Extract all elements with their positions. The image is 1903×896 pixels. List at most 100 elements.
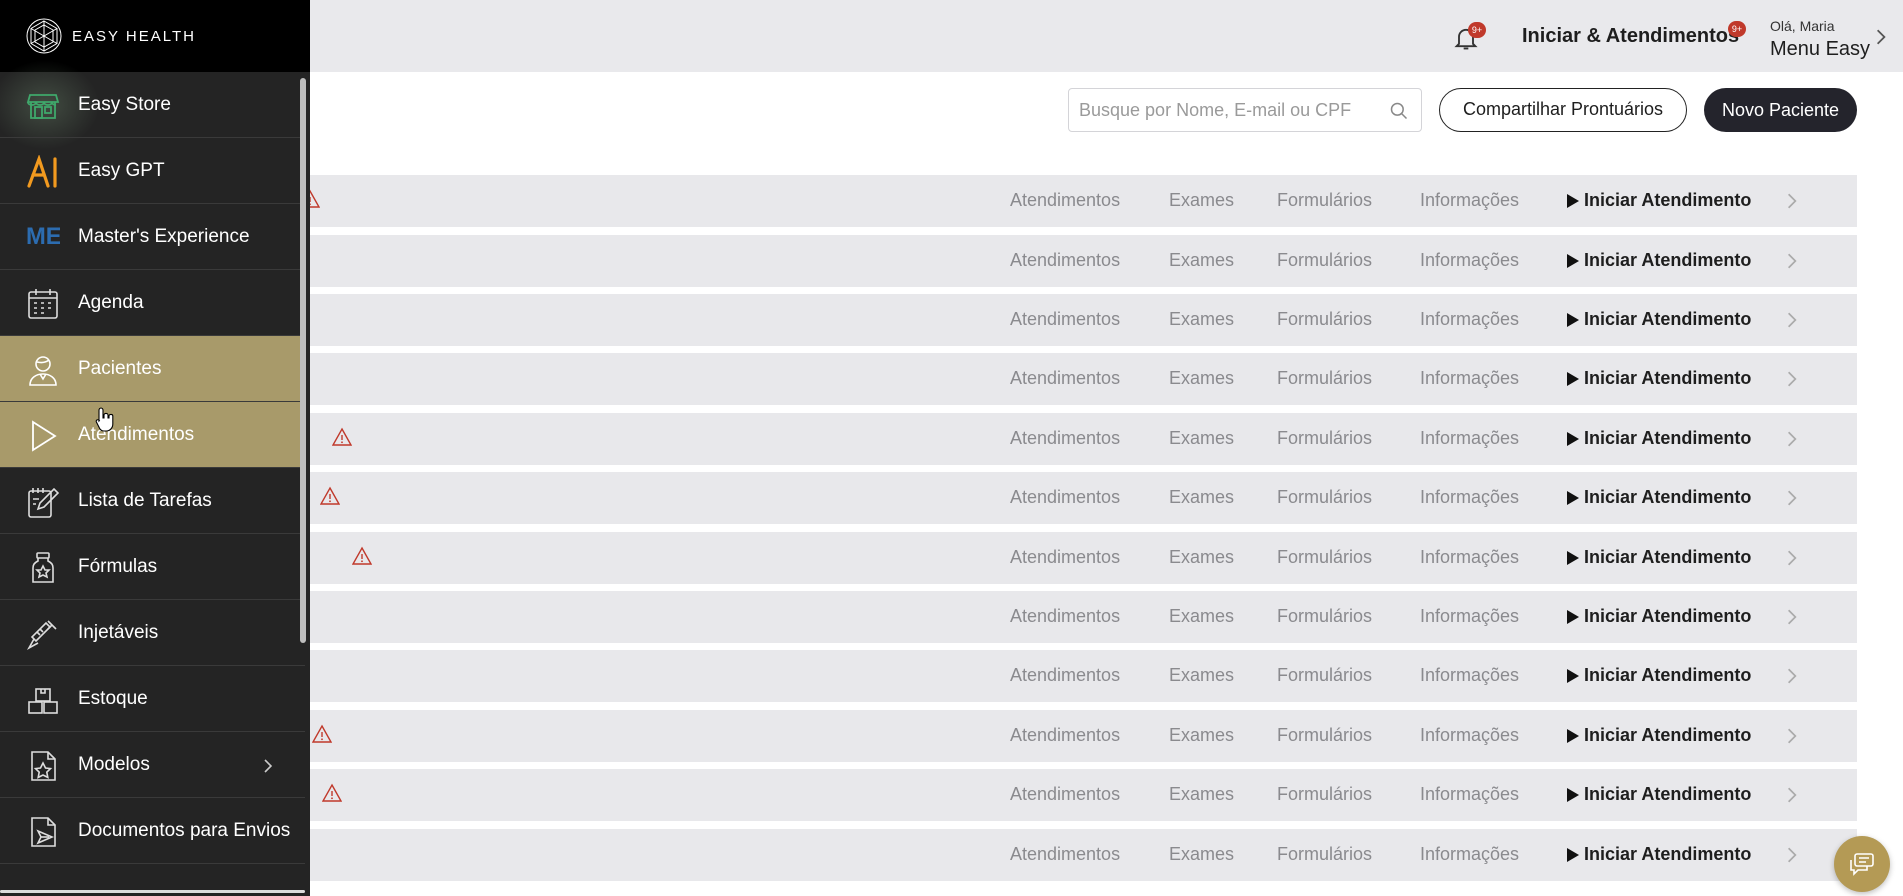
formularios-link[interactable]: Formulários xyxy=(1277,784,1372,805)
informacoes-link[interactable]: Informações xyxy=(1420,665,1519,686)
chevron-right-icon[interactable] xyxy=(1786,430,1798,448)
formularios-link[interactable]: Formulários xyxy=(1277,844,1372,865)
iniciar-atendimentos-link[interactable]: Iniciar & Atendimentos xyxy=(1522,25,1739,48)
start-appointment-button[interactable]: Iniciar Atendimento xyxy=(1566,665,1751,686)
chevron-right-icon[interactable] xyxy=(1786,608,1798,626)
chevron-right-icon[interactable] xyxy=(1786,667,1798,685)
formularios-link[interactable]: Formulários xyxy=(1277,665,1372,686)
informacoes-link[interactable]: Informações xyxy=(1420,428,1519,449)
formularios-link[interactable]: Formulários xyxy=(1277,725,1372,746)
exames-link[interactable]: Exames xyxy=(1169,784,1234,805)
search-input[interactable] xyxy=(1079,89,1379,131)
exames-link[interactable]: Exames xyxy=(1169,368,1234,389)
chevron-right-icon[interactable] xyxy=(1786,786,1798,804)
sidebar-item-documentos-para-envios[interactable]: Documentos para Envios xyxy=(0,798,305,864)
informacoes-link[interactable]: Informações xyxy=(1420,844,1519,865)
formularios-link[interactable]: Formulários xyxy=(1277,428,1372,449)
formularios-link[interactable]: Formulários xyxy=(1277,309,1372,330)
formularios-link[interactable]: Formulários xyxy=(1277,250,1372,271)
start-appointment-button[interactable]: Iniciar Atendimento xyxy=(1566,428,1751,449)
formularios-link[interactable]: Formulários xyxy=(1277,547,1372,568)
exames-link[interactable]: Exames xyxy=(1169,665,1234,686)
search-icon[interactable] xyxy=(1389,101,1409,121)
send-document-icon xyxy=(26,815,60,849)
chevron-right-icon[interactable] xyxy=(1874,28,1888,46)
sidebar-item-pacientes[interactable]: Pacientes xyxy=(0,336,305,402)
tasks-icon xyxy=(26,485,60,519)
informacoes-link[interactable]: Informações xyxy=(1420,606,1519,627)
start-appointment-button[interactable]: Iniciar Atendimento xyxy=(1566,547,1751,568)
atendimentos-link[interactable]: Atendimentos xyxy=(1010,428,1120,449)
sidebar-item-modelos[interactable]: Modelos xyxy=(0,732,305,798)
start-appointment-button[interactable]: Iniciar Atendimento xyxy=(1566,487,1751,508)
start-appointment-button[interactable]: Iniciar Atendimento xyxy=(1566,309,1751,330)
sidebar-item-label: Lista de Tarefas xyxy=(78,490,212,511)
atendimentos-link[interactable]: Atendimentos xyxy=(1010,844,1120,865)
start-appointment-button[interactable]: Iniciar Atendimento xyxy=(1566,606,1751,627)
informacoes-link[interactable]: Informações xyxy=(1420,725,1519,746)
chevron-right-icon[interactable] xyxy=(262,758,274,774)
exames-link[interactable]: Exames xyxy=(1169,487,1234,508)
sidebar-item-agenda[interactable]: Agenda xyxy=(0,270,305,336)
start-appointment-button[interactable]: Iniciar Atendimento xyxy=(1566,844,1751,865)
easy-health-logo-icon xyxy=(26,18,62,54)
chat-button[interactable] xyxy=(1834,836,1890,892)
sidebar-item-master-s-experience[interactable]: ME Master's Experience xyxy=(0,204,305,270)
chevron-right-icon[interactable] xyxy=(1786,192,1798,210)
sidebar-item-easy-gpt[interactable]: Easy GPT xyxy=(0,138,305,204)
informacoes-link[interactable]: Informações xyxy=(1420,784,1519,805)
formularios-link[interactable]: Formulários xyxy=(1277,487,1372,508)
chevron-right-icon[interactable] xyxy=(1786,727,1798,745)
new-patient-button[interactable]: Novo Paciente xyxy=(1704,88,1857,132)
sidebar-item-lista-de-tarefas[interactable]: Lista de Tarefas xyxy=(0,468,305,534)
atendimentos-link[interactable]: Atendimentos xyxy=(1010,309,1120,330)
menu-easy-button[interactable]: Menu Easy xyxy=(1770,38,1870,61)
chevron-right-icon[interactable] xyxy=(1786,311,1798,329)
sidebar-item-atendimentos[interactable]: Atendimentos xyxy=(0,402,305,468)
warning-icon xyxy=(320,486,340,505)
chevron-right-icon[interactable] xyxy=(1786,846,1798,864)
chevron-right-icon[interactable] xyxy=(1786,489,1798,507)
share-records-button[interactable]: Compartilhar Prontuários xyxy=(1439,88,1687,132)
sidebar-item-easy-store[interactable]: Easy Store xyxy=(0,72,305,138)
exames-link[interactable]: Exames xyxy=(1169,428,1234,449)
exames-link[interactable]: Exames xyxy=(1169,250,1234,271)
informacoes-link[interactable]: Informações xyxy=(1420,190,1519,211)
informacoes-link[interactable]: Informações xyxy=(1420,309,1519,330)
informacoes-link[interactable]: Informações xyxy=(1420,250,1519,271)
sidebar-item-estoque[interactable]: Estoque xyxy=(0,666,305,732)
atendimentos-link[interactable]: Atendimentos xyxy=(1010,665,1120,686)
chevron-right-icon[interactable] xyxy=(1786,252,1798,270)
atendimentos-link[interactable]: Atendimentos xyxy=(1010,190,1120,211)
start-appointment-button[interactable]: Iniciar Atendimento xyxy=(1566,368,1751,389)
informacoes-link[interactable]: Informações xyxy=(1420,487,1519,508)
formularios-link[interactable]: Formulários xyxy=(1277,368,1372,389)
exames-link[interactable]: Exames xyxy=(1169,606,1234,627)
formularios-link[interactable]: Formulários xyxy=(1277,190,1372,211)
atendimentos-link[interactable]: Atendimentos xyxy=(1010,784,1120,805)
informacoes-link[interactable]: Informações xyxy=(1420,368,1519,389)
exames-link[interactable]: Exames xyxy=(1169,190,1234,211)
start-appointment-button[interactable]: Iniciar Atendimento xyxy=(1566,250,1751,271)
sidebar-item-injetaveis[interactable]: Injetáveis xyxy=(0,600,305,666)
chevron-right-icon[interactable] xyxy=(1786,370,1798,388)
atendimentos-link[interactable]: Atendimentos xyxy=(1010,725,1120,746)
exames-link[interactable]: Exames xyxy=(1169,309,1234,330)
formularios-link[interactable]: Formulários xyxy=(1277,606,1372,627)
chevron-right-icon[interactable] xyxy=(1786,549,1798,567)
atendimentos-link[interactable]: Atendimentos xyxy=(1010,606,1120,627)
bottle-icon xyxy=(26,551,60,585)
start-appointment-button[interactable]: Iniciar Atendimento xyxy=(1566,725,1751,746)
sidebar-item-formulas[interactable]: Fórmulas xyxy=(0,534,305,600)
start-appointment-button[interactable]: Iniciar Atendimento xyxy=(1566,784,1751,805)
sidebar-scrollbar[interactable] xyxy=(300,78,306,643)
exames-link[interactable]: Exames xyxy=(1169,725,1234,746)
atendimentos-link[interactable]: Atendimentos xyxy=(1010,547,1120,568)
exames-link[interactable]: Exames xyxy=(1169,844,1234,865)
atendimentos-link[interactable]: Atendimentos xyxy=(1010,487,1120,508)
start-appointment-button[interactable]: Iniciar Atendimento xyxy=(1566,190,1751,211)
atendimentos-link[interactable]: Atendimentos xyxy=(1010,250,1120,271)
atendimentos-link[interactable]: Atendimentos xyxy=(1010,368,1120,389)
exames-link[interactable]: Exames xyxy=(1169,547,1234,568)
informacoes-link[interactable]: Informações xyxy=(1420,547,1519,568)
